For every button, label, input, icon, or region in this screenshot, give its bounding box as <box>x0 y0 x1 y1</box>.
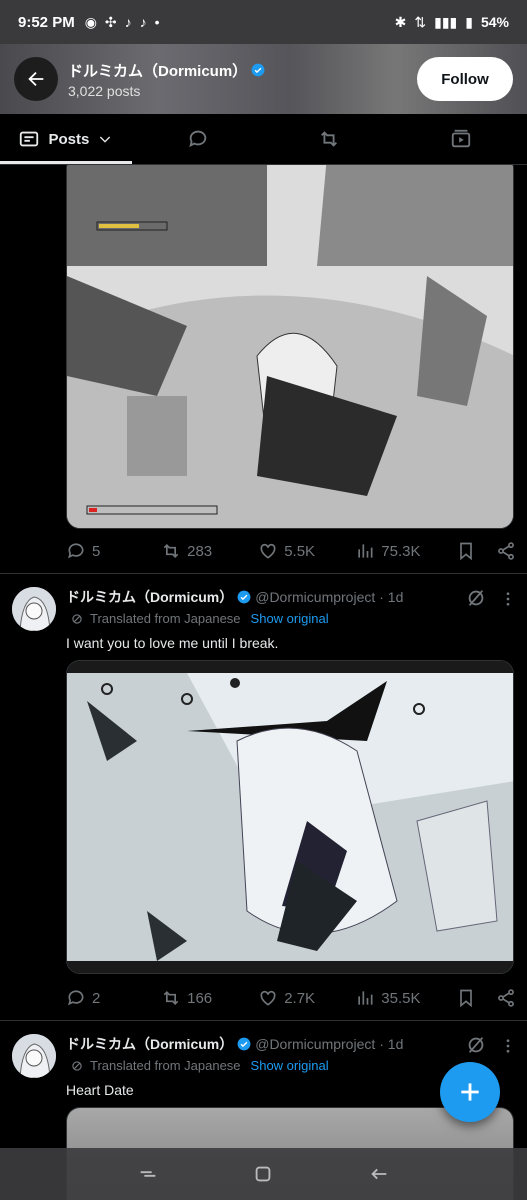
bookmark-button[interactable] <box>456 988 496 1008</box>
reply-icon <box>68 990 84 1006</box>
analytics-icon <box>358 544 373 558</box>
tiktok-icon: ♪ <box>139 14 147 30</box>
bookmark-icon <box>460 989 473 1008</box>
divider <box>0 573 527 574</box>
dot-icon: • <box>154 14 160 30</box>
share-icon <box>498 989 514 1007</box>
back-icon[interactable] <box>368 1163 390 1185</box>
share-button[interactable] <box>496 541 516 561</box>
share-icon <box>498 542 514 560</box>
media-icon <box>451 129 471 148</box>
tweet-image[interactable] <box>66 155 514 529</box>
verified-badge-icon <box>237 1037 251 1051</box>
grok-icon[interactable] <box>465 1034 487 1056</box>
like-button[interactable]: 5.5K <box>258 541 355 561</box>
profile-name: ドルミカム（Dormicum） <box>68 60 265 81</box>
data-arrows-icon: ⇅ <box>414 13 427 30</box>
repost-icon <box>163 543 179 559</box>
tweet-text: I want you to love me until I break. <box>66 635 279 651</box>
status-bar: 9:52 PM ◉ ✣ ♪ ♪ • ✱ ⇅ ▮▮▮ ▮ 54% <box>0 0 527 44</box>
author-name[interactable]: ドルミカム（Dormicum） <box>66 1034 233 1054</box>
tweet-time: · 1d <box>379 589 404 605</box>
author-handle[interactable]: @Dormicumproject <box>255 1036 375 1052</box>
tweet-text: Heart Date <box>66 1082 134 1098</box>
grok-icon[interactable] <box>465 587 487 609</box>
more-options-icon[interactable] <box>499 1036 517 1056</box>
verified-badge-icon <box>237 590 251 604</box>
back-button[interactable] <box>14 57 58 101</box>
reposts-icon <box>321 131 338 147</box>
signal-icon: ▮▮▮ <box>434 13 458 30</box>
tweet-actions: 5 283 5.5K 75.3K <box>66 539 516 563</box>
reply-button[interactable]: 5 <box>66 541 161 561</box>
show-original-link[interactable]: Show original <box>251 611 329 626</box>
tab-media[interactable] <box>395 114 527 164</box>
chevron-down-icon <box>100 136 111 143</box>
reply-icon <box>68 543 84 559</box>
messenger-icon: ◉ <box>84 13 97 30</box>
back-arrow-icon <box>28 71 44 87</box>
battery-icon: ▮ <box>465 13 473 30</box>
avatar[interactable] <box>12 587 56 631</box>
tweet[interactable]: ドルミカム（Dormicum） @Dormicumproject · 1d Tr… <box>12 587 517 667</box>
tweet-time: · 1d <box>379 1036 404 1052</box>
replies-icon <box>188 130 206 148</box>
tweet-image[interactable] <box>66 660 514 974</box>
witch-illustration <box>67 661 513 973</box>
follow-button[interactable]: Follow <box>417 57 513 101</box>
analytics-icon <box>358 991 373 1005</box>
translate-icon <box>72 613 82 624</box>
reply-button[interactable]: 2 <box>66 988 161 1008</box>
heart-icon <box>260 990 276 1006</box>
translate-icon <box>72 1060 82 1071</box>
manga-illustration <box>67 156 513 528</box>
recent-apps-icon[interactable] <box>137 1163 159 1185</box>
heart-icon <box>260 543 276 559</box>
battery-level: 54% <box>480 14 509 30</box>
home-icon[interactable] <box>252 1163 274 1185</box>
system-nav-bar <box>0 1148 527 1200</box>
author-name[interactable]: ドルミカム（Dormicum） <box>66 587 233 607</box>
tweet-actions: 2 166 2.7K 35.5K <box>66 986 516 1010</box>
show-original-link[interactable]: Show original <box>251 1058 329 1073</box>
game-controller-icon: ✣ <box>104 13 117 30</box>
tiktok-icon: ♪ <box>124 14 132 30</box>
bookmark-icon <box>460 542 473 561</box>
tab-replies[interactable] <box>132 114 264 164</box>
more-options-icon[interactable] <box>499 589 517 609</box>
tab-reposts[interactable] <box>264 114 396 164</box>
tab-posts[interactable]: Posts <box>0 114 132 164</box>
profile-tabs: Posts <box>0 114 527 165</box>
post-count: 3,022 posts <box>68 82 141 99</box>
posts-icon <box>20 131 39 147</box>
translation-notice: Translated from Japanese Show original <box>70 611 329 626</box>
compose-button[interactable] <box>440 1062 500 1122</box>
repost-button[interactable]: 166 <box>161 988 258 1008</box>
profile-header: ドルミカム（Dormicum） 3,022 posts Follow <box>0 44 527 114</box>
share-button[interactable] <box>496 988 516 1008</box>
translation-notice: Translated from Japanese Show original <box>70 1058 329 1073</box>
author-handle[interactable]: @Dormicumproject <box>255 589 375 605</box>
divider <box>0 1020 527 1021</box>
views-button[interactable]: 75.3K <box>355 541 456 561</box>
like-button[interactable]: 2.7K <box>258 988 355 1008</box>
avatar[interactable] <box>12 1034 56 1078</box>
repost-icon <box>163 990 179 1006</box>
bookmark-button[interactable] <box>456 541 496 561</box>
plus-icon <box>461 1083 479 1101</box>
repost-button[interactable]: 283 <box>161 541 258 561</box>
bluetooth-icon: ✱ <box>394 13 407 30</box>
views-button[interactable]: 35.5K <box>355 988 456 1008</box>
status-time: 9:52 PM <box>18 13 75 31</box>
verified-badge-icon <box>251 63 265 77</box>
